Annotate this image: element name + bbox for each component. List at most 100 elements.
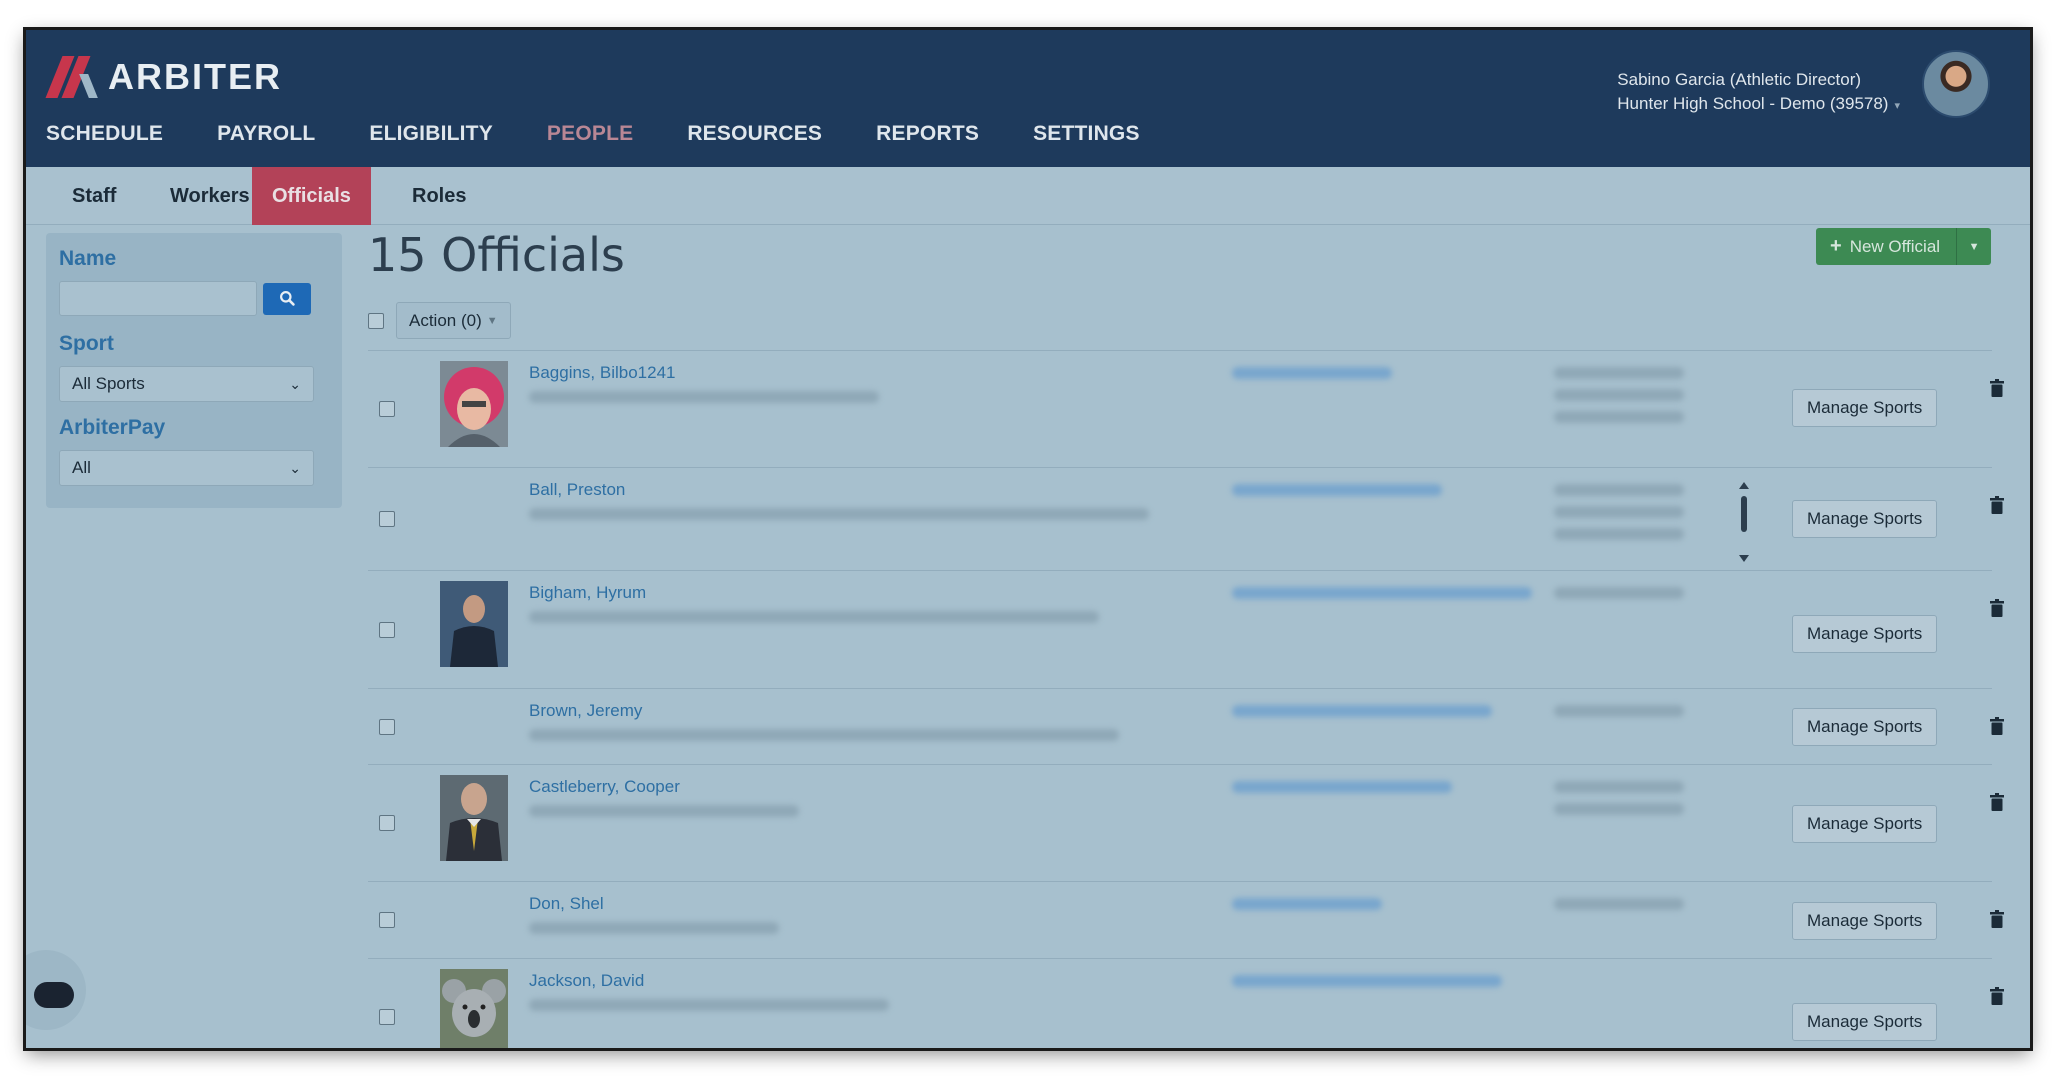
official-name-link[interactable]: Ball, Preston (529, 480, 625, 500)
plus-icon: + (1830, 235, 1842, 257)
caret-down-icon: ▼ (486, 314, 498, 327)
chevron-down-icon: ⌄ (289, 375, 301, 392)
official-phone (1554, 528, 1684, 540)
row-checkbox[interactable] (379, 1009, 395, 1025)
search-button[interactable] (263, 282, 311, 315)
row-checkbox[interactable] (379, 511, 395, 527)
new-official-dropdown-toggle[interactable]: ▼ (1957, 228, 1991, 265)
official-photo (440, 361, 508, 447)
official-name-link[interactable]: Brown, Jeremy (529, 701, 642, 721)
manage-sports-button[interactable]: Manage Sports (1792, 902, 1938, 940)
page-title: 15 Officials (368, 228, 625, 282)
table-row: Jackson, David Manage Sports (368, 959, 2004, 1048)
nav-payroll[interactable]: PAYROLL (217, 122, 315, 146)
name-search-input[interactable] (59, 281, 257, 316)
official-email[interactable] (1232, 781, 1452, 793)
chevron-down-icon: ▾ (1894, 100, 1900, 112)
row-checkbox[interactable] (379, 401, 395, 417)
select-all-checkbox[interactable] (368, 312, 384, 329)
arbiter-logo[interactable]: ARBITER (45, 56, 282, 98)
official-phone (1554, 803, 1684, 815)
phone-list-scrollbar[interactable] (1738, 482, 1750, 562)
nav-eligibility[interactable]: ELIGIBILITY (369, 122, 493, 146)
official-photo (440, 581, 508, 667)
trash-icon[interactable] (1990, 599, 2004, 617)
user-avatar[interactable] (1922, 50, 1990, 118)
row-checkbox[interactable] (379, 719, 395, 735)
official-email[interactable] (1232, 484, 1442, 496)
user-menu[interactable]: Sabino Garcia (Athletic Director) Hunter… (1617, 68, 1900, 118)
official-photo (440, 775, 508, 861)
main-nav: SCHEDULE PAYROLL ELIGIBILITY PEOPLE RESO… (46, 122, 1194, 146)
nav-schedule[interactable]: SCHEDULE (46, 122, 163, 146)
filter-sidebar: Name Sport All Sports ⌄ ArbiterPay All ⌄ (46, 233, 342, 508)
table-row: Castleberry, Cooper Manage Sports (368, 765, 2004, 882)
trash-icon[interactable] (1990, 910, 2004, 928)
official-email[interactable] (1232, 898, 1382, 910)
official-phone (1554, 367, 1684, 379)
official-details (529, 805, 799, 817)
official-phone (1554, 506, 1684, 518)
manage-sports-button[interactable]: Manage Sports (1792, 708, 1938, 746)
user-name: Sabino Garcia (Athletic Director) (1617, 70, 1862, 89)
official-phone (1554, 705, 1684, 717)
trash-icon[interactable] (1990, 717, 2004, 735)
official-name-link[interactable]: Baggins, Bilbo1241 (529, 363, 676, 383)
search-icon (279, 291, 295, 306)
official-name-link[interactable]: Jackson, David (529, 971, 644, 991)
sport-select[interactable]: All Sports ⌄ (59, 366, 314, 402)
official-name-link[interactable]: Don, Shel (529, 894, 604, 914)
officials-list: Baggins, Bilbo1241 Manage Sports Ball, P… (368, 350, 2004, 1048)
trash-icon[interactable] (1990, 987, 2004, 1005)
trash-icon[interactable] (1990, 793, 2004, 811)
arbiterpay-filter-label: ArbiterPay (59, 416, 166, 439)
official-name-link[interactable]: Bigham, Hyrum (529, 583, 646, 603)
new-official-button-group: + New Official ▼ (1816, 228, 1992, 265)
manage-sports-button[interactable]: Manage Sports (1792, 389, 1938, 427)
app-window: ARBITER SCHEDULE PAYROLL ELIGIBILITY PEO… (26, 30, 2030, 1048)
official-name-link[interactable]: Castleberry, Cooper (529, 777, 680, 797)
nav-people[interactable]: PEOPLE (547, 122, 633, 146)
row-checkbox[interactable] (379, 912, 395, 928)
tab-officials[interactable]: Officials (252, 167, 371, 225)
trash-icon[interactable] (1990, 496, 2004, 514)
manage-sports-button[interactable]: Manage Sports (1792, 500, 1938, 538)
top-header: ARBITER SCHEDULE PAYROLL ELIGIBILITY PEO… (26, 30, 2030, 167)
new-official-button[interactable]: + New Official (1816, 228, 1958, 265)
table-row: Brown, Jeremy Manage Sports (368, 689, 2004, 765)
official-phone (1554, 411, 1684, 423)
arbiterpay-select-value: All (72, 458, 91, 477)
nav-reports[interactable]: REPORTS (876, 122, 979, 146)
official-phone (1554, 781, 1684, 793)
trash-icon[interactable] (1990, 379, 2004, 397)
row-checkbox[interactable] (379, 815, 395, 831)
list-toolbar: Action (0) ▼ (368, 302, 511, 339)
chat-icon[interactable] (34, 982, 74, 1008)
tab-staff[interactable]: Staff (52, 167, 136, 225)
new-official-label: New Official (1849, 236, 1941, 256)
official-photo (440, 969, 508, 1048)
chevron-down-icon: ⌄ (289, 459, 301, 476)
tab-roles[interactable]: Roles (392, 167, 486, 225)
official-email[interactable] (1232, 587, 1532, 599)
manage-sports-button[interactable]: Manage Sports (1792, 615, 1938, 653)
official-phone (1554, 389, 1684, 401)
official-email[interactable] (1232, 975, 1502, 987)
nav-resources[interactable]: RESOURCES (687, 122, 822, 146)
sport-filter-label: Sport (59, 332, 114, 355)
official-phone (1554, 587, 1684, 599)
manage-sports-button[interactable]: Manage Sports (1792, 1003, 1938, 1041)
action-dropdown[interactable]: Action (0) ▼ (396, 302, 511, 339)
nav-settings[interactable]: SETTINGS (1033, 122, 1140, 146)
official-details (529, 508, 1149, 520)
arbiterpay-select[interactable]: All ⌄ (59, 450, 314, 486)
official-details (529, 999, 889, 1011)
manage-sports-button[interactable]: Manage Sports (1792, 805, 1938, 843)
official-details (529, 611, 1099, 623)
row-checkbox[interactable] (379, 622, 395, 638)
name-filter-label: Name (59, 247, 117, 270)
official-email[interactable] (1232, 367, 1392, 379)
table-row: Don, Shel Manage Sports (368, 882, 2004, 959)
official-email[interactable] (1232, 705, 1492, 717)
sub-nav: Staff Workers Officials Roles (26, 167, 2030, 225)
